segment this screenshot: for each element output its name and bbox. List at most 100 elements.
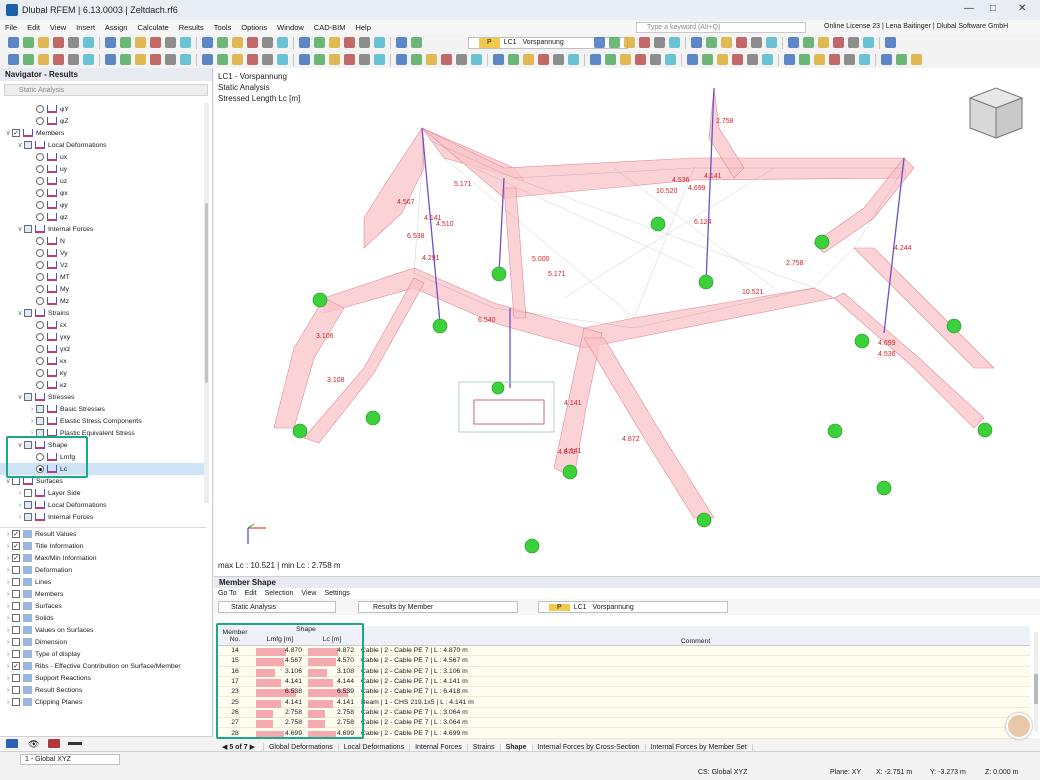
checkbox[interactable] xyxy=(12,674,20,682)
checkbox[interactable] xyxy=(12,477,20,485)
toolbar-tool-icon[interactable] xyxy=(553,54,564,65)
toolbar-tool-icon[interactable] xyxy=(120,54,131,65)
toolbar-tool-icon[interactable] xyxy=(751,37,762,48)
toolbar-tool-icon[interactable] xyxy=(747,54,758,65)
checkbox[interactable] xyxy=(24,513,32,521)
radio-button[interactable] xyxy=(36,345,44,353)
menu-item-options[interactable]: Options xyxy=(236,23,272,32)
checkbox[interactable] xyxy=(12,626,20,634)
toolbar-tool-icon[interactable] xyxy=(788,37,799,48)
tree-item-mz[interactable]: Mz xyxy=(0,295,206,307)
expand-icon[interactable]: › xyxy=(4,603,12,610)
tree-item-internal-forces[interactable]: › Internal Forces xyxy=(0,511,206,523)
tree-item-vz[interactable]: Vz xyxy=(0,259,206,271)
toolbar-tool-icon[interactable] xyxy=(329,54,340,65)
expand-icon[interactable]: ∨ xyxy=(16,141,24,149)
tree-item-local-deformations[interactable]: › Local Deformations xyxy=(0,499,206,511)
tree-item-members[interactable]: ∨ ✓ Members xyxy=(0,127,206,139)
table-menu-edit[interactable]: Edit xyxy=(241,590,261,597)
checkbox[interactable] xyxy=(12,650,20,658)
tree-item--y[interactable]: φY xyxy=(0,103,206,115)
expand-icon[interactable]: › xyxy=(4,687,12,694)
menu-item-calculate[interactable]: Calculate xyxy=(132,23,173,32)
checkbox[interactable]: ✓ xyxy=(12,554,20,562)
checkbox[interactable]: ✓ xyxy=(12,129,20,137)
toolbar-tool-icon[interactable] xyxy=(180,54,191,65)
checkbox[interactable] xyxy=(36,417,44,425)
toolbar-tool-icon[interactable] xyxy=(411,54,422,65)
toolbar-tool-icon[interactable] xyxy=(329,37,340,48)
radio-button[interactable] xyxy=(36,201,44,209)
expand-icon[interactable]: ∨ xyxy=(16,225,24,233)
toolbar-tool-icon[interactable] xyxy=(299,37,310,48)
results-by-select[interactable]: Results by Member xyxy=(358,601,518,613)
toolbar-tool-icon[interactable] xyxy=(590,54,601,65)
expand-icon[interactable]: › xyxy=(28,418,36,425)
data-tab-icon[interactable] xyxy=(6,739,18,748)
tree-item-uz[interactable]: uz xyxy=(0,175,206,187)
toolbar-tool-icon[interactable] xyxy=(38,37,49,48)
analysis-select[interactable]: Static Analysis xyxy=(218,601,336,613)
option-type-of-display[interactable]: › Type of display xyxy=(0,648,206,660)
toolbar-tool-icon[interactable] xyxy=(105,54,116,65)
tree-item--x[interactable]: εx xyxy=(0,319,206,331)
toolbar-tool-icon[interactable] xyxy=(83,54,94,65)
toolbar-tool-icon[interactable] xyxy=(120,37,131,48)
expand-icon[interactable]: › xyxy=(16,490,24,497)
tree-item-ux[interactable]: ux xyxy=(0,151,206,163)
radio-button[interactable] xyxy=(36,273,44,281)
expand-icon[interactable]: ∨ xyxy=(16,309,24,317)
toolbar-tool-icon[interactable] xyxy=(736,37,747,48)
toolbar-tool-icon[interactable] xyxy=(844,54,855,65)
option-max-min-information[interactable]: › ✓ Max/Min Information xyxy=(0,552,206,564)
toolbar-tool-icon[interactable] xyxy=(833,37,844,48)
expand-icon[interactable]: › xyxy=(16,502,24,509)
toolbar-tool-icon[interactable] xyxy=(68,54,79,65)
structure-model[interactable]: 2.7584.1414.5364.69910.5205.1714.5674.14… xyxy=(214,68,1040,576)
toolbar-tool-icon[interactable] xyxy=(493,54,504,65)
radio-button[interactable] xyxy=(36,165,44,173)
menu-item-edit[interactable]: Edit xyxy=(22,23,45,32)
expand-icon[interactable]: › xyxy=(4,675,12,682)
toolbar-tool-icon[interactable] xyxy=(344,37,355,48)
display-tab-icon[interactable]: 👁 xyxy=(28,739,39,750)
toolbar-tool-icon[interactable] xyxy=(635,54,646,65)
toolbar-tool-icon[interactable] xyxy=(411,37,422,48)
option-surfaces[interactable]: › Surfaces xyxy=(0,600,206,612)
table-menu-view[interactable]: View xyxy=(297,590,320,597)
radio-button[interactable] xyxy=(36,357,44,365)
expand-icon[interactable]: › xyxy=(4,555,12,562)
menu-item-file[interactable]: File xyxy=(0,23,22,32)
view-cube-icon[interactable] xyxy=(966,82,1026,142)
toolbar-tool-icon[interactable] xyxy=(299,54,310,65)
expand-icon[interactable]: ∨ xyxy=(16,393,24,401)
toolbar-tool-icon[interactable] xyxy=(911,54,922,65)
checkbox[interactable] xyxy=(36,405,44,413)
toolbar-tool-icon[interactable] xyxy=(53,54,64,65)
table-load-case-select[interactable]: P LC1 Vorspannung xyxy=(538,601,728,613)
tree-item--y[interactable]: κy xyxy=(0,367,206,379)
toolbar-tool-icon[interactable] xyxy=(247,37,258,48)
close-icon[interactable]: ✕ xyxy=(1018,3,1026,14)
tree-item-n[interactable]: N xyxy=(0,235,206,247)
toolbar-tool-icon[interactable] xyxy=(374,54,385,65)
tree-item-elastic-stress-components[interactable]: › Elastic Stress Components xyxy=(0,415,206,427)
toolbar-tool-icon[interactable] xyxy=(374,37,385,48)
radio-button[interactable] xyxy=(36,333,44,341)
toolbar-tool-icon[interactable] xyxy=(202,54,213,65)
toolbar-tool-icon[interactable] xyxy=(232,54,243,65)
minimize-icon[interactable]: — xyxy=(964,3,974,14)
option-lines[interactable]: › Lines xyxy=(0,576,206,588)
toolbar-tool-icon[interactable] xyxy=(247,54,258,65)
expand-icon[interactable]: › xyxy=(4,651,12,658)
tree-item-vy[interactable]: Vy xyxy=(0,247,206,259)
expand-icon[interactable]: › xyxy=(4,663,12,670)
toolbar-tool-icon[interactable] xyxy=(654,37,665,48)
option-title-information[interactable]: › ✓ Title Information xyxy=(0,540,206,552)
toolbar-tool-icon[interactable] xyxy=(639,37,650,48)
radio-button[interactable] xyxy=(36,153,44,161)
tree-item-layer-side[interactable]: › Layer Side xyxy=(0,487,206,499)
pager[interactable]: ◀ 5 of 7 ▶ xyxy=(214,743,264,751)
toolbar-tool-icon[interactable] xyxy=(594,37,605,48)
tree-item--x[interactable]: φx xyxy=(0,187,206,199)
